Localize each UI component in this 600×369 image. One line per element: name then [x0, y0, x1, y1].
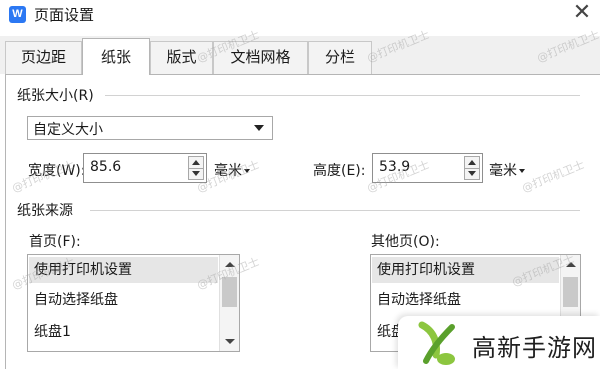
height-unit-select[interactable]: 毫米: [489, 160, 525, 180]
list-item[interactable]: 自动选择纸盘: [34, 289, 118, 309]
width-unit-label: 毫米: [214, 163, 242, 179]
tab-layout[interactable]: 版式: [150, 41, 213, 74]
paper-size-dropdown[interactable]: 自定义大小: [27, 116, 273, 140]
paper-size-value: 自定义大小: [33, 122, 103, 138]
tab-columns[interactable]: 分栏: [308, 41, 372, 74]
site-logo-badge: 高新手游网: [398, 316, 600, 369]
close-button[interactable]: ✕: [568, 2, 596, 26]
paper-source-heading: 纸张来源: [17, 200, 77, 220]
scroll-thumb[interactable]: [563, 277, 578, 307]
logo-text: 高新手游网: [472, 334, 597, 362]
height-value: 53.9: [379, 159, 411, 175]
dialog-title: 页面设置: [34, 6, 95, 24]
width-input[interactable]: 85.6: [83, 153, 207, 183]
section-divider: [90, 210, 580, 211]
paper-size-heading: 纸张大小(R): [17, 85, 98, 105]
list-item[interactable]: 使用打印机设置: [29, 257, 218, 283]
scroll-thumb[interactable]: [222, 277, 237, 307]
height-spin-buttons[interactable]: [464, 156, 480, 180]
tab-document-grid[interactable]: 文档网格: [213, 41, 308, 74]
dropdown-arrow-icon: [254, 125, 264, 131]
spin-divider: [465, 168, 479, 169]
width-value: 85.6: [90, 159, 122, 175]
list-item[interactable]: 使用打印机设置: [372, 257, 559, 283]
scroll-down-icon[interactable]: [225, 339, 235, 344]
list-item[interactable]: 纸盘1: [34, 321, 71, 341]
unit-dropdown-icon: [244, 169, 250, 173]
width-spin-buttons[interactable]: [188, 156, 204, 180]
tab-margins[interactable]: 页边距: [5, 41, 82, 74]
scroll-up-icon[interactable]: [566, 262, 576, 267]
first-page-listbox[interactable]: 使用打印机设置 自动选择纸盘 纸盘1: [27, 254, 240, 352]
list-item[interactable]: 自动选择纸盘: [377, 289, 461, 309]
height-label: 高度(E):: [313, 163, 366, 179]
title-bar: W 页面设置 ✕: [0, 0, 600, 30]
wps-writer-icon: W: [9, 6, 26, 23]
tab-paper[interactable]: 纸张: [82, 38, 150, 75]
first-page-label: 首页(F):: [29, 234, 81, 250]
first-page-scrollbar[interactable]: [219, 255, 239, 351]
width-label: 宽度(W):: [28, 163, 86, 179]
spin-down-icon[interactable]: [192, 171, 200, 176]
other-pages-label: 其他页(O):: [371, 234, 440, 250]
spin-down-icon[interactable]: [468, 171, 476, 176]
height-input[interactable]: 53.9: [372, 153, 483, 183]
spin-up-icon[interactable]: [192, 160, 200, 165]
section-divider: [105, 95, 580, 96]
spin-divider: [189, 168, 203, 169]
unit-dropdown-icon: [519, 169, 525, 173]
leaf-logo-icon: [418, 321, 455, 365]
scroll-up-icon[interactable]: [225, 262, 235, 267]
height-unit-label: 毫米: [489, 163, 517, 179]
spin-up-icon[interactable]: [468, 160, 476, 165]
width-unit-select[interactable]: 毫米: [214, 160, 250, 180]
